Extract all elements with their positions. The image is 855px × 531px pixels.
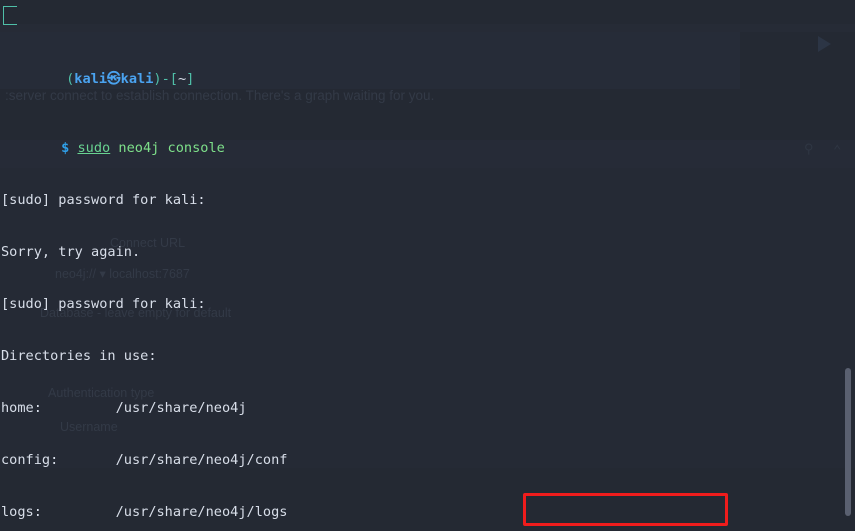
prompt-at-glyph: ㉿	[107, 71, 121, 88]
terminal-line: Sorry, try again.	[1, 244, 141, 261]
terminal-window: ⚲ ⌃ :server connect to establish connect…	[0, 0, 855, 531]
prompt-user: kali	[74, 71, 108, 88]
prompt-host: kali	[120, 71, 154, 88]
terminal-line: [sudo] password for kali:	[1, 192, 206, 209]
terminal-output[interactable]: ┌──((kali㉿kali)-[~] $ sudo neo4j console…	[0, 0, 855, 531]
sudo-keyword: sudo	[77, 140, 111, 157]
terminal-line: config: /usr/share/neo4j/conf	[1, 451, 288, 468]
prompt-line-1: ┌──((kali㉿kali)-[~]	[1, 54, 855, 87]
terminal-line: logs: /usr/share/neo4j/logs	[1, 503, 288, 520]
terminal-line: home: /usr/share/neo4j	[1, 399, 247, 416]
prompt-close-bracket: ]	[186, 71, 195, 88]
prompt-line-2: $ sudo neo4j console	[1, 123, 855, 156]
prompt-cwd: ~	[177, 71, 187, 88]
scrollbar-thumb[interactable]	[845, 368, 851, 516]
terminal-line: Directories in use:	[1, 347, 157, 364]
terminal-line: [sudo] password for kali:	[1, 296, 206, 313]
command-text: neo4j console	[118, 140, 225, 157]
scrollbar-track[interactable]	[842, 0, 855, 531]
prompt-close-paren: )-[	[153, 71, 178, 88]
prompt-bracket	[3, 6, 17, 25]
